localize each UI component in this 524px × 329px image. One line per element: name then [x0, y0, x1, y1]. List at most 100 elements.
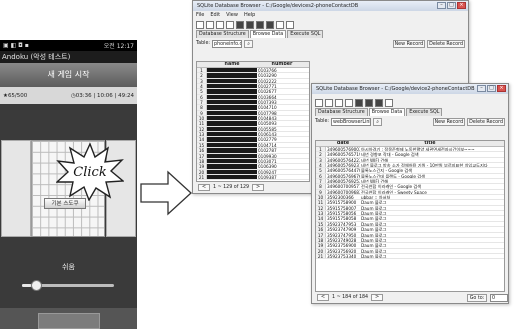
row-number[interactable]: 6 [316, 173, 326, 179]
cell-date[interactable]: 35923756900 [326, 243, 360, 247]
cell-name[interactable] [207, 164, 257, 169]
undo-icon[interactable] [345, 98, 353, 107]
data-grid[interactable]: name number 1 0103766 2 0103290 3 0102222 4 010… [196, 61, 310, 182]
cell-name[interactable] [207, 126, 257, 132]
undo-icon[interactable] [226, 20, 234, 29]
delete-index-icon[interactable] [276, 20, 284, 29]
cell-name[interactable] [207, 137, 257, 142]
create-index-icon[interactable] [266, 20, 274, 29]
cell-title[interactable]: Daum 블로그 [360, 233, 500, 237]
cell-name[interactable] [207, 153, 257, 158]
cell-date[interactable]: 35915758056 [326, 211, 360, 215]
row-number[interactable]: 20 [316, 248, 326, 253]
cell-name[interactable] [207, 121, 257, 126]
tab-browse-data[interactable]: Browse Data [368, 108, 406, 116]
new-db-icon[interactable] [315, 98, 323, 107]
close-icon[interactable]: × [497, 85, 506, 92]
row-number[interactable]: 10 [197, 116, 207, 121]
column-header-title[interactable]: title [360, 141, 500, 146]
row-number[interactable]: 15 [316, 221, 326, 227]
cell-date[interactable]: 35923756920 [326, 249, 360, 253]
maximize-icon[interactable]: □ [447, 2, 456, 9]
cell-number[interactable]: 0107798 [257, 111, 307, 115]
cell-title[interactable]: Daum 블로그 [360, 249, 500, 253]
cell-date[interactable]: 3496007009577 [326, 184, 360, 188]
new-record-button[interactable]: New Record [392, 39, 426, 48]
cell-number[interactable]: 0104710 [257, 105, 307, 109]
column-header-number[interactable]: number [257, 62, 307, 67]
cell-number[interactable]: 0109387 [257, 175, 307, 179]
cell-name[interactable] [207, 89, 257, 94]
table-row[interactable]: 21 0109387 [197, 174, 309, 181]
cell-date[interactable]: 3496005769237 [326, 163, 360, 167]
next-page-button[interactable]: > [371, 294, 384, 301]
new-record-button[interactable]: New Record [432, 117, 466, 126]
cell-date[interactable]: 35915758007 [326, 206, 360, 210]
new-db-icon[interactable] [196, 20, 204, 29]
cell-number[interactable]: 0103766 [257, 68, 307, 72]
row-number[interactable]: 18 [316, 237, 326, 243]
cell-number[interactable]: 0103664 [257, 95, 307, 99]
cell-date[interactable]: 3496005764223 [326, 158, 360, 162]
cell-number[interactable]: 0102779 [257, 137, 307, 141]
row-number[interactable]: 12 [316, 205, 326, 211]
cell-title[interactable]: Daum 블로그 [360, 200, 500, 204]
cell-title[interactable]: Daum 블로그 [360, 227, 500, 231]
row-number[interactable]: 9 [197, 110, 207, 116]
minimize-icon[interactable]: – [437, 2, 446, 9]
cell-number[interactable]: 0102222 [257, 79, 307, 83]
row-number[interactable]: 2 [316, 152, 326, 157]
delete-record-button[interactable]: Delete Record [427, 39, 465, 48]
cell-name[interactable] [207, 78, 257, 84]
row-number[interactable]: 15 [197, 142, 207, 148]
row-number[interactable]: 3 [316, 157, 326, 163]
cell-title[interactable]: Daum 블로그 [360, 216, 500, 220]
column-header-date[interactable]: date [326, 141, 360, 146]
row-number[interactable]: 14 [197, 137, 207, 142]
delete-table-icon[interactable] [365, 98, 373, 107]
puzzle-preview-left[interactable] [1, 140, 31, 237]
cell-name[interactable] [207, 84, 257, 89]
row-number[interactable]: 3 [197, 78, 207, 84]
row-number[interactable]: 5 [197, 89, 207, 94]
help-icon[interactable] [385, 98, 393, 107]
cell-number[interactable]: 0106390 [257, 164, 307, 168]
row-number[interactable]: 13 [316, 211, 326, 216]
cell-name[interactable] [207, 100, 257, 105]
row-number[interactable]: 2 [197, 73, 207, 78]
row-number[interactable]: 16 [197, 148, 207, 153]
search-icon[interactable]: ⌕ [244, 39, 254, 48]
row-number[interactable]: 1 [316, 147, 326, 152]
cell-name[interactable] [207, 105, 257, 110]
cell-date[interactable]: 35915758058 [326, 216, 360, 220]
row-number[interactable]: 6 [197, 94, 207, 100]
create-table-icon[interactable] [236, 20, 244, 29]
open-db-icon[interactable] [325, 98, 333, 107]
row-number[interactable]: 19 [316, 243, 326, 248]
cell-title[interactable]: 네년 블로그 방송 소가 정체허용 기원 - 10만원 부르지표한 치임교도지다 [360, 163, 500, 167]
row-number[interactable]: 1 [197, 68, 207, 73]
row-number[interactable]: 16 [316, 227, 326, 232]
table-select[interactable]: webBrowserLinks.db [331, 117, 372, 126]
difficulty-slider-knob[interactable] [31, 280, 42, 291]
menu-file[interactable]: File [196, 11, 204, 19]
cell-number[interactable]: 0104714 [257, 143, 307, 147]
table-row[interactable]: 21 35923753340 Daum 블로그 [316, 253, 504, 260]
menu-edit[interactable]: Edit [210, 11, 220, 19]
cell-name[interactable] [207, 116, 257, 121]
row-number[interactable]: 11 [316, 200, 326, 205]
data-grid[interactable]: date title 1 3496005769003 아시아경기 : 정몽준형제 노… [315, 140, 505, 292]
open-db-icon[interactable] [206, 20, 214, 29]
delete-table-icon[interactable] [246, 20, 254, 29]
row-number[interactable]: 7 [316, 179, 326, 184]
row-number[interactable]: 5 [316, 168, 326, 173]
cell-date[interactable]: 35915758900 [326, 200, 360, 204]
tab-execute-sql[interactable]: Execute SQL [406, 108, 443, 116]
cell-name[interactable] [207, 158, 257, 164]
cell-title[interactable]: 네년 WIFI 건해 [360, 179, 500, 183]
cell-number[interactable]: 0105093 [257, 121, 307, 125]
row-number[interactable]: 17 [197, 153, 207, 158]
modify-table-icon[interactable] [256, 20, 264, 29]
cell-title[interactable]: Daum 블로그 [360, 222, 500, 226]
cell-date[interactable]: 3496005769253 [326, 179, 360, 183]
